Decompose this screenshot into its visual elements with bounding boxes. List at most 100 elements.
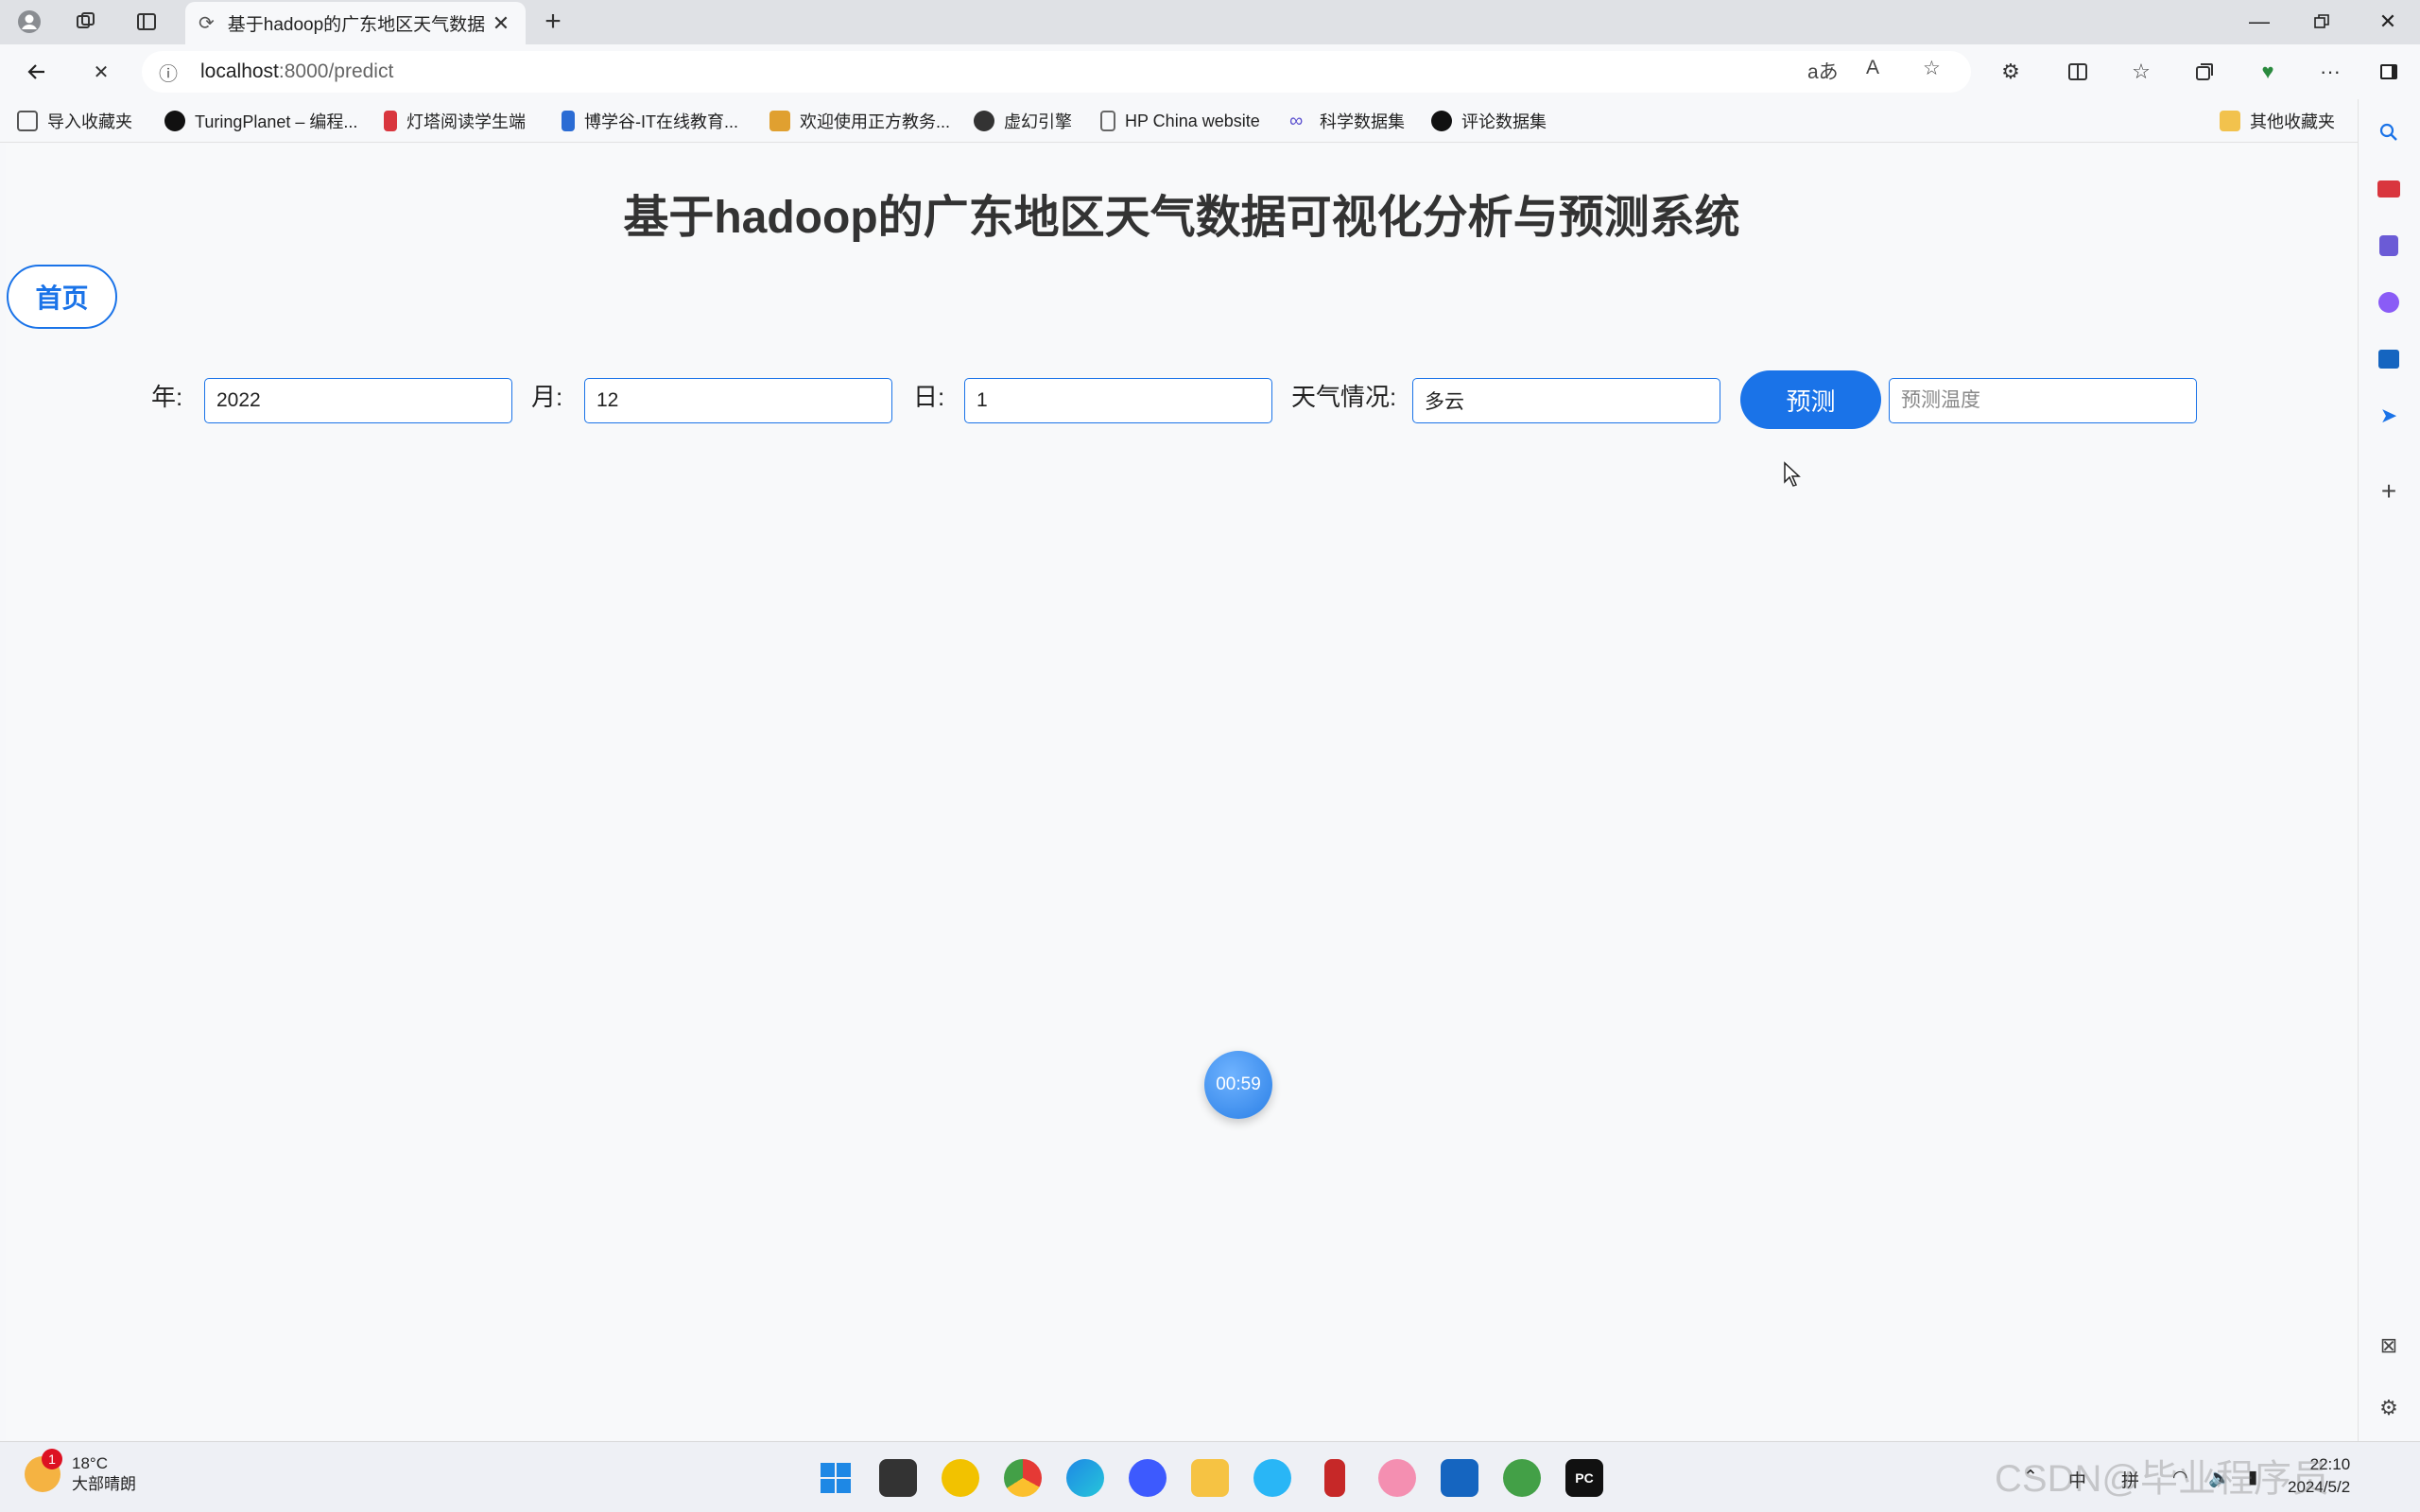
edge-icon[interactable] xyxy=(1066,1459,1104,1497)
games-icon[interactable] xyxy=(2373,230,2405,262)
mouse-cursor-icon xyxy=(1784,461,1801,487)
split-screen-icon[interactable] xyxy=(2062,56,2094,88)
page-title: 基于hadoop的广东地区天气数据可视化分析与预测系统 xyxy=(623,193,1740,243)
bookmark-label: 评论数据集 xyxy=(1461,112,1547,131)
weather-temp: 18°C xyxy=(72,1454,108,1472)
url-host: localhost xyxy=(200,60,279,82)
bookmark-label: 科学数据集 xyxy=(1320,112,1405,131)
edge-sidebar: ➤ + ⊠ ⚙ xyxy=(2358,99,2420,1441)
bookmark-zhengfang[interactable]: 欢迎使用正方教务... xyxy=(769,109,950,133)
year-label: 年: xyxy=(151,383,183,411)
start-icon[interactable] xyxy=(817,1459,855,1497)
address-bar[interactable]: ⓘ localhost:8000/predict xyxy=(142,51,1971,93)
predict-button[interactable]: 预测 xyxy=(1740,370,1881,429)
send-icon[interactable]: ➤ xyxy=(2373,400,2405,432)
bookmarks-bar: 导入收藏夹 TuringPlanet – 编程... 灯塔阅读学生端 博学谷-I… xyxy=(0,99,2420,143)
profile-icon[interactable] xyxy=(15,8,43,36)
zhengfang-icon xyxy=(769,111,790,131)
import-icon xyxy=(17,111,38,131)
weather-label: 天气情况: xyxy=(1291,383,1397,411)
weather-widget[interactable]: 1 18°C 大部晴朗 xyxy=(25,1449,136,1495)
predicted-temperature-field[interactable] xyxy=(1889,378,2197,423)
messenger-icon[interactable] xyxy=(1129,1459,1167,1497)
infinity-icon: ∞ xyxy=(1289,111,1304,131)
toolbox-icon[interactable] xyxy=(2373,173,2405,205)
bookmark-label: 其他收藏夹 xyxy=(2250,112,2335,131)
chrome-icon[interactable] xyxy=(1004,1459,1042,1497)
new-tab-icon[interactable]: + xyxy=(539,6,567,37)
search-icon[interactable] xyxy=(2373,116,2405,148)
notification-badge: 1 xyxy=(42,1449,62,1469)
hide-sidebar-icon[interactable]: ⊠ xyxy=(2373,1330,2405,1362)
page-content: 基于hadoop的广东地区天气数据可视化分析与预测系统 首页 年: 月: 日: … xyxy=(6,144,2358,1440)
weather-desc: 大部晴朗 xyxy=(72,1475,136,1493)
page-icon xyxy=(1100,111,1115,131)
github-icon xyxy=(1431,111,1452,131)
favorites-icon[interactable]: ☆ xyxy=(2125,56,2157,88)
bookmark-label: 灯塔阅读学生端 xyxy=(406,112,526,131)
stop-loading-icon[interactable]: ✕ xyxy=(87,58,115,86)
read-aloud-icon[interactable]: A xyxy=(1866,57,1879,79)
site-info-icon[interactable]: ⓘ xyxy=(159,59,200,86)
loading-icon: ⟳ xyxy=(199,13,215,34)
bookmark-boxuegu[interactable]: 博学谷-IT在线教育... xyxy=(562,109,738,133)
bookmark-science-data[interactable]: ∞ 科学数据集 xyxy=(1289,109,1405,133)
unreal-icon xyxy=(974,111,994,131)
recording-timer[interactable]: 00:59 xyxy=(1204,1051,1272,1119)
task-view-icon[interactable] xyxy=(879,1459,917,1497)
file-explorer-icon[interactable] xyxy=(1191,1459,1229,1497)
tab-actions-icon[interactable] xyxy=(132,8,161,36)
sidebar-settings-icon[interactable]: ⚙ xyxy=(2373,1392,2405,1424)
month-input[interactable] xyxy=(584,378,892,423)
turingplanet-icon xyxy=(164,111,185,131)
bookmark-unreal[interactable]: 虚幻引擎 xyxy=(974,109,1072,133)
day-label: 日: xyxy=(913,383,945,411)
wechat-icon[interactable] xyxy=(1503,1459,1541,1497)
copilot-icon[interactable] xyxy=(2373,286,2405,318)
day-input[interactable] xyxy=(964,378,1272,423)
bookmark-other-folder[interactable]: 其他收藏夹 xyxy=(2220,109,2335,133)
chat-icon[interactable] xyxy=(1253,1459,1291,1497)
bookmark-dengta[interactable]: 灯塔阅读学生端 xyxy=(384,109,526,133)
outlook-icon[interactable] xyxy=(2373,343,2405,375)
watermark: CSDN@毕业程序员 xyxy=(1995,1458,2329,1500)
dengta-icon xyxy=(384,111,397,131)
back-icon[interactable] xyxy=(23,58,51,86)
workspaces-icon[interactable] xyxy=(72,8,100,36)
extensions-icon[interactable]: ⚙ xyxy=(1995,56,2027,88)
security-app-icon[interactable] xyxy=(942,1459,979,1497)
favorite-star-icon[interactable]: ☆ xyxy=(1923,57,1941,80)
year-input[interactable] xyxy=(204,378,512,423)
browser-essentials-icon[interactable]: ♥ xyxy=(2252,56,2284,88)
bookmark-review-data[interactable]: 评论数据集 xyxy=(1431,109,1547,133)
sidebar-toggle-icon[interactable] xyxy=(2373,56,2405,88)
restore-icon[interactable] xyxy=(2291,4,2352,40)
minimize-icon[interactable]: — xyxy=(2229,4,2290,40)
add-sidebar-app-icon[interactable]: + xyxy=(2373,475,2405,507)
translate-icon[interactable]: aあ xyxy=(1807,57,1839,85)
tab-predict[interactable]: ⟳ 基于hadoop的广东地区天气数据 ✕ xyxy=(185,2,526,44)
avatar-app-icon[interactable] xyxy=(1378,1459,1416,1497)
bookmark-import[interactable]: 导入收藏夹 xyxy=(17,109,132,133)
folder-icon xyxy=(2220,111,2240,131)
weather-sun-icon: 1 xyxy=(25,1449,62,1492)
red-app-icon[interactable] xyxy=(1324,1459,1345,1497)
bookmark-hp[interactable]: HP China website xyxy=(1100,109,1260,133)
bookmark-label: 博学谷-IT在线教育... xyxy=(584,112,738,131)
home-button[interactable]: 首页 xyxy=(7,265,117,329)
collections-icon[interactable] xyxy=(2188,56,2221,88)
close-tab-icon[interactable]: ✕ xyxy=(490,11,512,36)
close-window-icon[interactable]: ✕ xyxy=(2358,4,2418,40)
bookmark-label: 欢迎使用正方教务... xyxy=(800,112,951,131)
boxuegu-icon xyxy=(562,111,575,131)
bookmark-turingplanet[interactable]: TuringPlanet – 编程... xyxy=(164,109,357,133)
weather-input[interactable] xyxy=(1412,378,1720,423)
url-path: :8000/predict xyxy=(278,60,394,82)
pycharm-icon[interactable]: PC xyxy=(1565,1459,1603,1497)
bookmark-label: 虚幻引擎 xyxy=(1004,112,1072,131)
bookmark-label: 导入收藏夹 xyxy=(47,112,132,131)
address-row: ✕ ⓘ localhost:8000/predict aあ A ☆ xyxy=(0,44,2420,99)
more-options-icon[interactable]: ··· xyxy=(2314,56,2346,88)
tab-title: 基于hadoop的广东地区天气数据 xyxy=(227,15,486,35)
blue-app-icon[interactable] xyxy=(1441,1459,1478,1497)
